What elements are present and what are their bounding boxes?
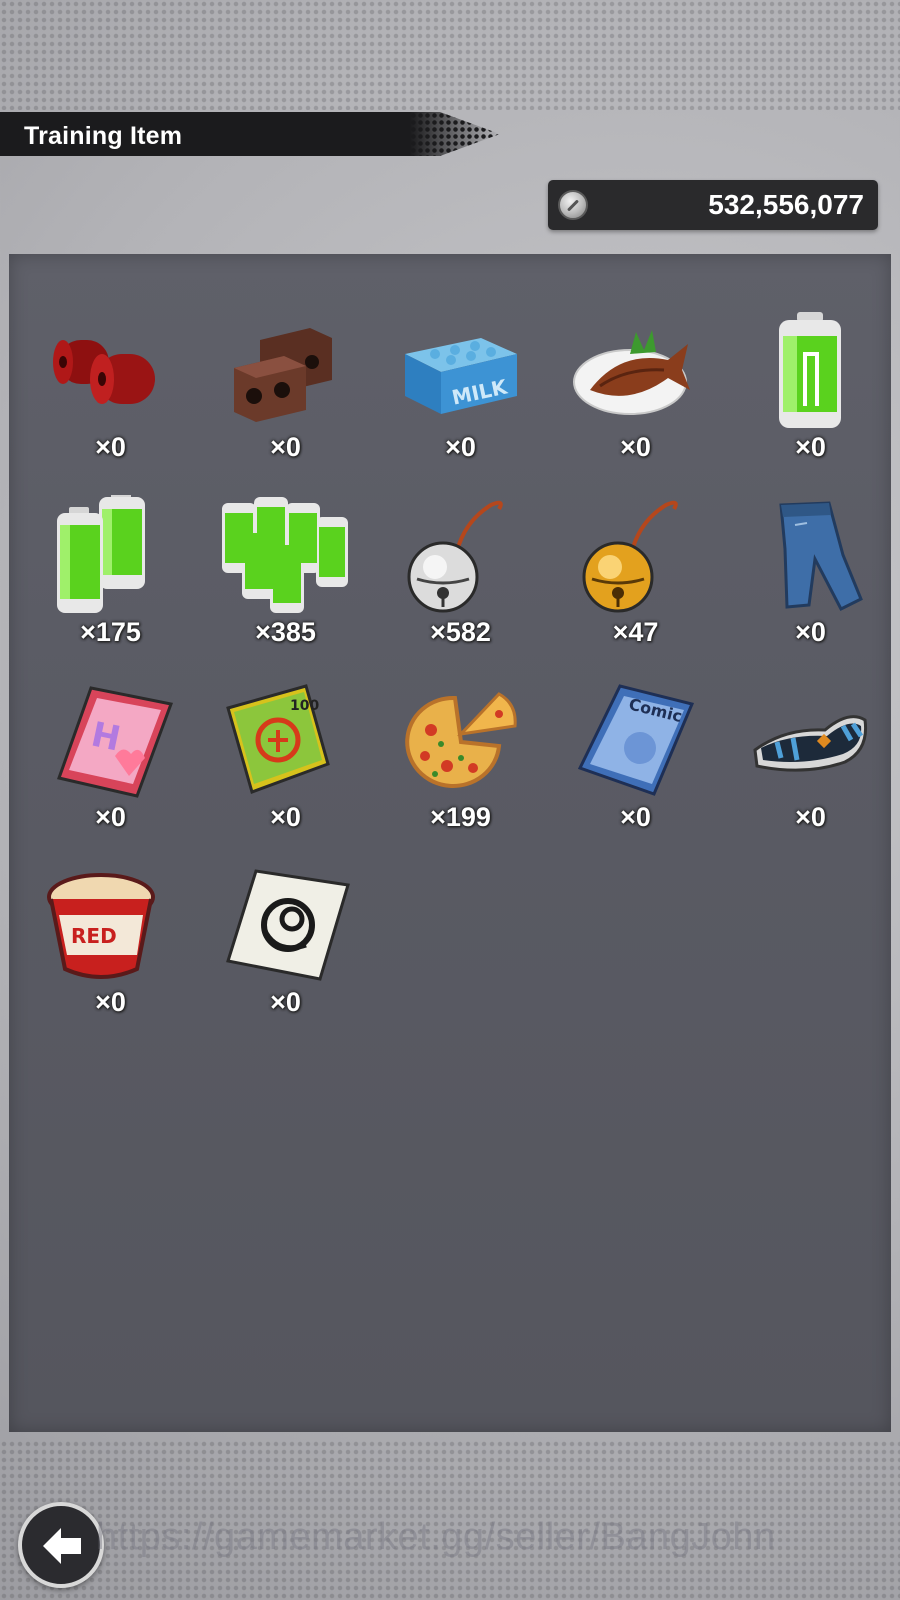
pizza-icon — [405, 692, 517, 788]
item-slot[interactable]: ×0 — [198, 855, 373, 1040]
item-slot[interactable]: MILK ×0 — [373, 300, 548, 485]
currency-value: 532,556,077 — [708, 189, 864, 220]
item-slot[interactable]: ×385 — [198, 485, 373, 670]
brick-weights-icon — [234, 328, 332, 422]
item-slot[interactable]: RED ×0 — [23, 855, 198, 1040]
item-slot[interactable]: ×199 — [373, 670, 548, 855]
currency-display: 532,556,077 — [548, 180, 878, 230]
item-count: ×0 — [795, 802, 826, 832]
top-halftone-decoration — [0, 0, 900, 110]
capsule-card-icon — [226, 869, 350, 981]
item-slot[interactable]: H ×0 — [23, 670, 198, 855]
watermark: https://gamemarket.gg/seller/BangJohn — [96, 1516, 776, 1558]
page-title: Training Item — [24, 122, 183, 150]
item-slot[interactable]: ×0 — [198, 300, 373, 485]
item-slot[interactable]: ×0 — [23, 300, 198, 485]
item-count: ×0 — [270, 987, 301, 1017]
item-count: ×0 — [95, 987, 126, 1017]
item-count: ×0 — [270, 432, 301, 462]
item-count: ×0 — [95, 802, 126, 832]
item-slot[interactable]: 100 ×0 — [198, 670, 373, 855]
zeni-coin-icon — [558, 190, 588, 220]
gold-bell-icon — [582, 500, 678, 613]
grilled-fish-icon — [573, 330, 690, 415]
romance-book-icon: H — [57, 686, 174, 798]
cup-noodle-icon: RED — [47, 873, 155, 979]
energy-battery-pack-icon — [222, 497, 348, 613]
item-count: ×0 — [95, 432, 126, 462]
silver-bell-icon — [407, 500, 503, 613]
item-slot[interactable]: Comic ×0 — [548, 670, 723, 855]
item-count: ×47 — [612, 617, 659, 647]
svg-text:RED: RED — [71, 924, 117, 948]
energy-battery-icon — [779, 312, 841, 428]
slipper-icon — [753, 715, 868, 772]
item-count: ×385 — [255, 617, 316, 647]
item-count: ×582 — [430, 617, 491, 647]
item-slot[interactable]: ×0 — [548, 300, 723, 485]
comic-book-icon: Comic — [577, 684, 695, 796]
milk-crate-icon: MILK — [405, 338, 517, 414]
item-count: ×175 — [80, 617, 141, 647]
item-slot[interactable]: ×582 — [373, 485, 548, 670]
joke-book-icon: 100 — [226, 684, 330, 794]
red-weights-icon — [53, 340, 155, 404]
item-slot[interactable]: ×0 — [723, 300, 898, 485]
item-slot[interactable]: ×175 — [23, 485, 198, 670]
item-count: ×0 — [620, 432, 651, 462]
item-count: ×0 — [445, 432, 476, 462]
energy-battery-pair-icon — [57, 495, 145, 613]
item-slot[interactable]: ×47 — [548, 485, 723, 670]
item-slot[interactable]: ×0 — [723, 670, 898, 855]
item-count: ×0 — [795, 617, 826, 647]
item-count: ×0 — [270, 802, 301, 832]
item-count: ×199 — [430, 802, 491, 832]
back-arrow-icon — [43, 1528, 81, 1564]
svg-text:100: 100 — [290, 698, 319, 714]
item-count: ×0 — [620, 802, 651, 832]
item-count: ×0 — [795, 432, 826, 462]
back-button[interactable] — [18, 1502, 104, 1588]
item-grid: ×0 ×0 MILK ×0 ×0 ×0 ×175 ×385 ×582 ×47 ×… — [9, 300, 900, 1040]
item-slot[interactable]: ×0 — [723, 485, 898, 670]
jeans-icon — [779, 501, 863, 612]
